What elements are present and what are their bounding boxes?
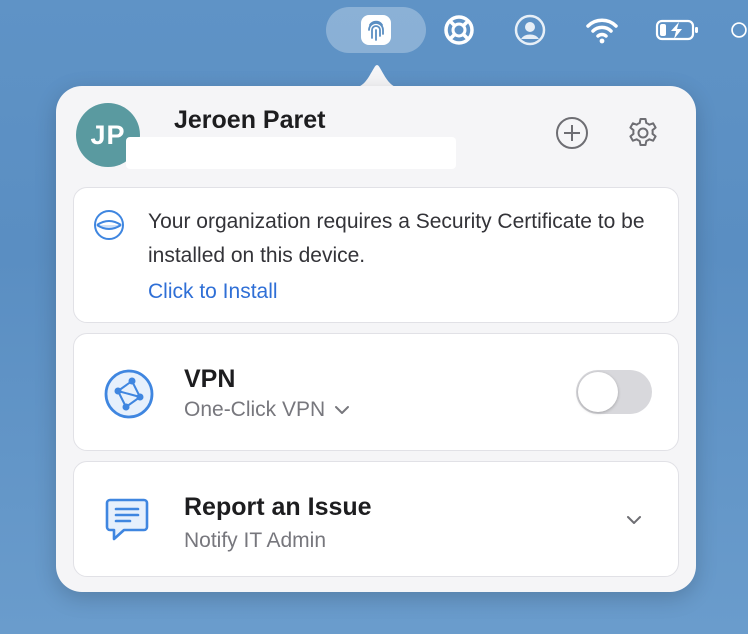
lifebuoy-icon[interactable] (441, 12, 477, 48)
plus-circle-icon[interactable] (554, 115, 590, 151)
vpn-title: VPN (184, 365, 236, 393)
fingerprint-icon[interactable] (358, 12, 394, 48)
chevron-down-icon[interactable] (622, 508, 646, 532)
install-certificate-link[interactable]: Click to Install (148, 280, 278, 304)
vpn-toggle[interactable] (576, 370, 652, 414)
battery-charging-icon[interactable] (654, 12, 702, 48)
report-issue-card[interactable]: Report an Issue Notify IT Admin (73, 461, 679, 577)
vpn-toggle-knob (578, 372, 618, 412)
chat-message-icon (105, 498, 149, 541)
certificate-card: Your organization requires a Security Ce… (73, 187, 679, 323)
vpn-network-icon (104, 369, 154, 419)
vpn-card: VPN One-Click VPN (73, 333, 679, 451)
user-name: Jeroen Paret (174, 106, 326, 134)
report-subtitle: Notify IT Admin (184, 529, 326, 552)
user-circle-icon[interactable] (512, 12, 548, 48)
status-popover: JP Jeroen Paret Your organization requir… (56, 86, 696, 592)
report-title: Report an Issue (184, 493, 372, 521)
security-certificate-icon (94, 210, 124, 240)
menu-bar (0, 0, 748, 62)
popover-arrow (352, 65, 402, 88)
gear-icon[interactable] (625, 115, 661, 151)
vpn-mode-selector[interactable]: One-Click VPN (184, 398, 351, 422)
user-email-redacted (126, 137, 456, 169)
clock-icon[interactable] (730, 12, 748, 48)
certificate-message: Your organization requires a Security Ce… (148, 210, 645, 267)
chevron-down-icon (335, 406, 350, 414)
vpn-mode-label: One-Click VPN (184, 398, 326, 421)
wifi-icon[interactable] (584, 12, 620, 48)
avatar-initials: JP (90, 119, 126, 150)
